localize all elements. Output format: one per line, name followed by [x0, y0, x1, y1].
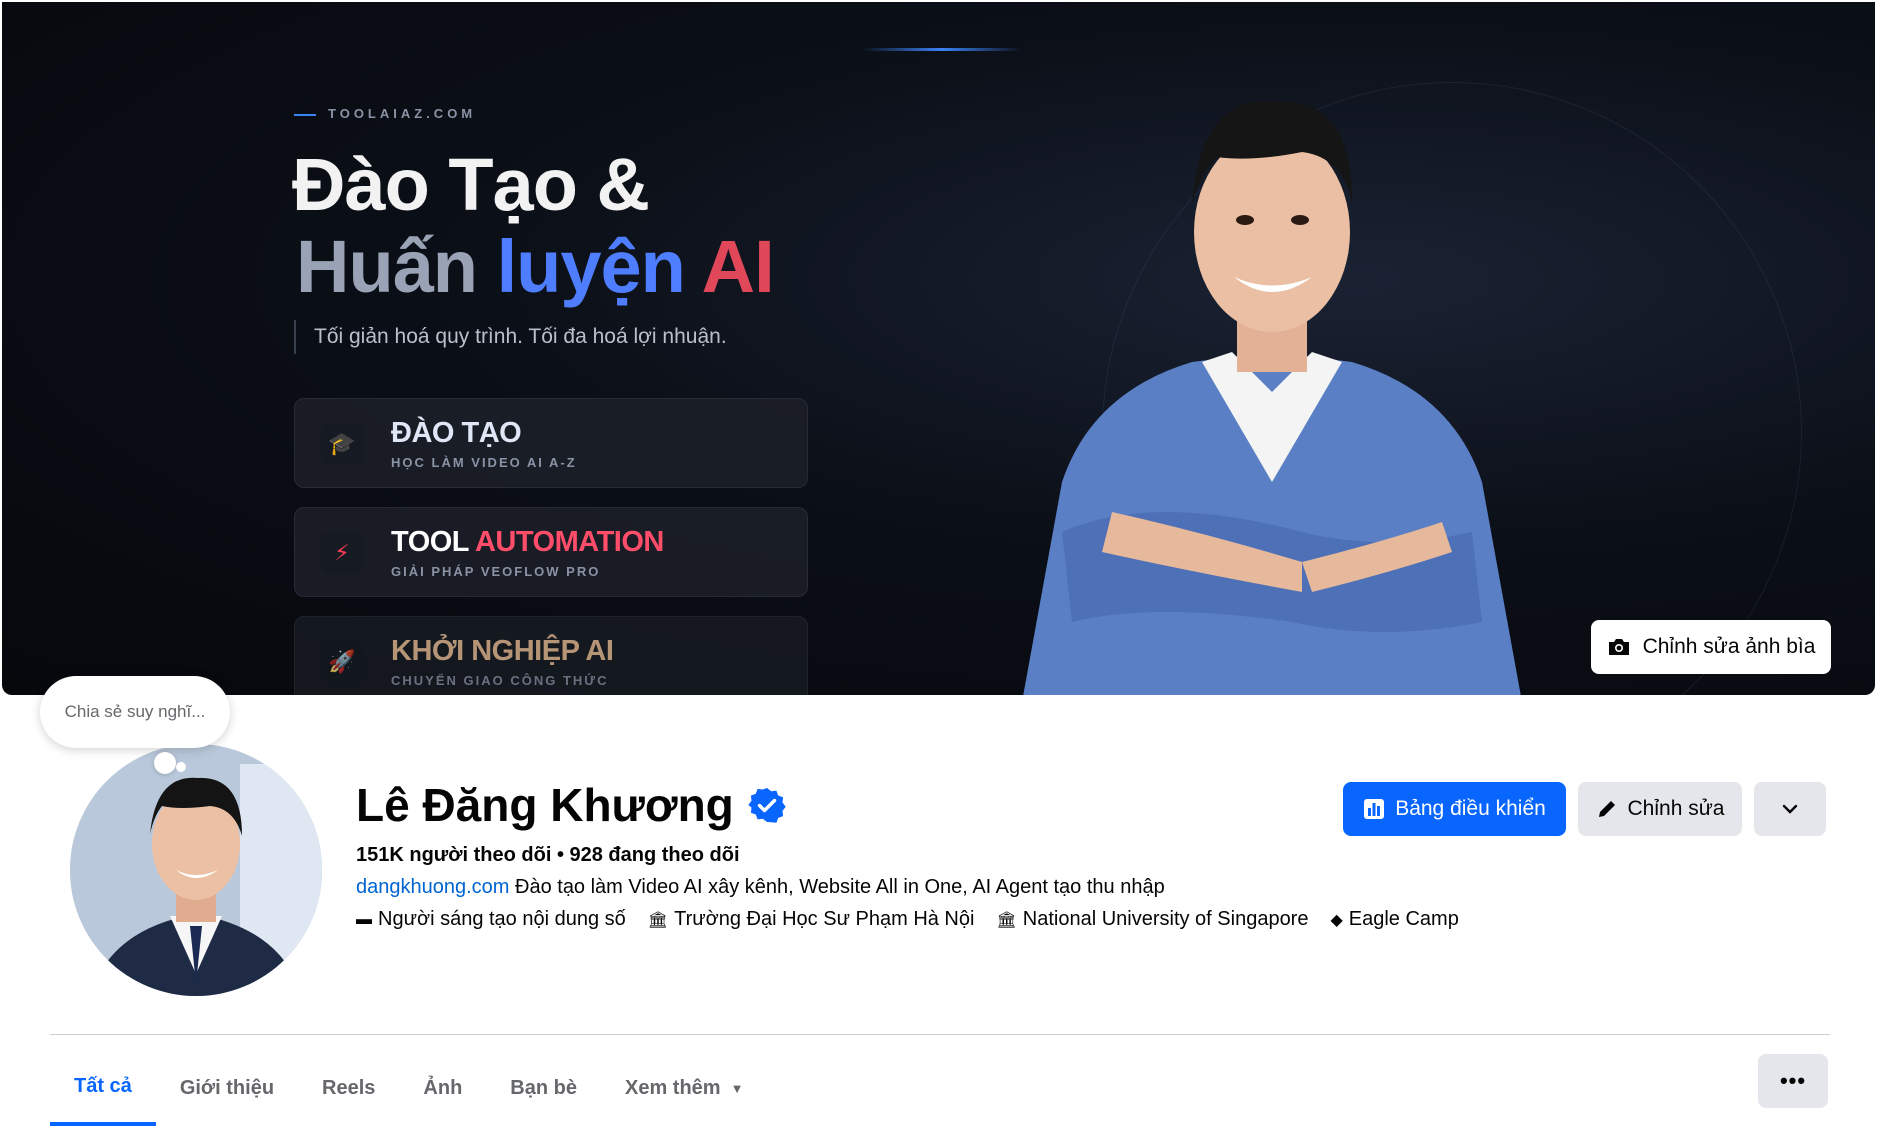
- camera-icon: [1607, 637, 1631, 657]
- detail-school-nus[interactable]: 🏛 National University of Singapore: [996, 908, 1308, 931]
- tab-about[interactable]: Giới thiệu: [156, 1050, 298, 1126]
- cover-card-subtitle: HỌC LÀM VIDEO AI A-Z: [391, 455, 577, 470]
- cover-headline-line2: Huấn luyện AI: [296, 224, 775, 309]
- tab-photos[interactable]: Ảnh: [399, 1050, 486, 1126]
- school-icon: 🏛: [996, 911, 1017, 929]
- cover-card-training: 🎓 ĐÀO TẠO HỌC LÀM VIDEO AI A-Z: [294, 398, 808, 488]
- detail-label: National University of Singapore: [1022, 908, 1309, 930]
- profile-bio: dangkhuong.com Đào tạo làm Video AI xây …: [356, 876, 1165, 899]
- bio-text: Đào tạo làm Video AI xây kênh, Website A…: [509, 876, 1165, 898]
- follow-stats[interactable]: 151K người theo dõi • 928 đang theo dõi: [356, 844, 740, 867]
- chevron-down-icon: [1782, 804, 1798, 814]
- profile-options-button[interactable]: [1754, 782, 1826, 836]
- profile-avatar[interactable]: [64, 738, 328, 1002]
- verified-badge-icon[interactable]: [748, 786, 786, 824]
- edit-profile-label: Chỉnh sửa: [1627, 797, 1725, 820]
- detail-creator[interactable]: ▬ Người sáng tạo nội dung số: [356, 908, 626, 931]
- video-creator-icon: ▬: [356, 910, 372, 928]
- dashboard-label: Bảng điều khiển: [1395, 797, 1546, 820]
- detail-label: Trường Đại Học Sư Phạm Hà Nội: [674, 908, 975, 930]
- profile-name-row: Lê Đăng Khương: [356, 778, 786, 832]
- tab-more[interactable]: Xem thêm ▼: [601, 1050, 767, 1126]
- caret-down-icon: ▼: [730, 1080, 744, 1096]
- profile-divider: [50, 1034, 1830, 1035]
- cover-card-subtitle: GIẢI PHÁP VEOFLOW PRO: [391, 564, 601, 579]
- cover-glow-line: [862, 48, 1022, 51]
- detail-school-hnue[interactable]: 🏛 Trường Đại Học Sư Phạm Hà Nội: [648, 908, 975, 931]
- thought-bubble-dot: [154, 752, 176, 774]
- cover-site-text: TOOLAIAZ.COM: [294, 106, 476, 121]
- tab-friends[interactable]: Bạn bè: [486, 1050, 601, 1126]
- bar-chart-icon: [1364, 799, 1385, 819]
- cover-portrait-illustration: [1023, 101, 1521, 695]
- cover-headline-line1: Đào Tạo &: [292, 143, 650, 226]
- tab-all[interactable]: Tất cả: [50, 1050, 156, 1126]
- school-icon: 🏛: [647, 911, 669, 929]
- cover-card-title: ĐÀO TẠO: [391, 417, 522, 449]
- graduation-cap-icon: 🎓: [321, 423, 363, 465]
- cover-headline-word: AI: [701, 225, 775, 308]
- detail-eagle-camp[interactable]: ◆ Eagle Camp: [1330, 908, 1458, 931]
- tab-reels[interactable]: Reels: [298, 1050, 399, 1126]
- pencil-icon: [1598, 801, 1615, 817]
- rocket-icon: 🚀: [321, 641, 363, 683]
- edit-profile-button[interactable]: Chỉnh sửa: [1578, 782, 1742, 836]
- detail-label: Người sáng tạo nội dung số: [378, 908, 626, 930]
- profile-page: TOOLAIAZ.COM Đào Tạo & Huấn luyện AI Tối…: [0, 0, 1879, 1129]
- graduation-cap-icon: ◆: [1330, 911, 1343, 929]
- cover-card-title: TOOL AUTOMATION: [391, 526, 664, 558]
- detail-label: Eagle Camp: [1348, 908, 1459, 930]
- lightning-icon: ⚡: [321, 532, 363, 574]
- avatar-illustration: [70, 744, 322, 996]
- cover-headline-word: luyện: [496, 225, 686, 308]
- dashboard-button[interactable]: Bảng điều khiển: [1343, 782, 1566, 836]
- avatar: [70, 744, 322, 996]
- cover-tagline: Tối giản hoá quy trình. Tối đa hoá lợi n…: [294, 320, 727, 354]
- cover-card-title: KHỞI NGHIỆP AI: [391, 635, 614, 667]
- profile-details: ▬ Người sáng tạo nội dung số 🏛 Trường Đạ…: [356, 908, 1459, 931]
- edit-cover-label: Chỉnh sửa ảnh bìa: [1642, 635, 1816, 658]
- cover-headline-word: Huấn: [296, 225, 478, 308]
- edit-cover-button[interactable]: Chỉnh sửa ảnh bìa: [1591, 620, 1831, 674]
- cover-card-automation: ⚡ TOOL AUTOMATION GIẢI PHÁP VEOFLOW PRO: [294, 507, 808, 597]
- cover-portrait: [1002, 62, 1542, 695]
- profile-name: Lê Đăng Khương: [356, 779, 734, 831]
- cover-card-startup: 🚀 KHỞI NGHIỆP AI CHUYỂN GIAO CÔNG THỨC: [294, 616, 808, 695]
- tabs-menu-button[interactable]: •••: [1758, 1054, 1828, 1108]
- thought-bubble-dot: [176, 762, 186, 772]
- cover-photo[interactable]: TOOLAIAZ.COM Đào Tạo & Huấn luyện AI Tối…: [2, 2, 1875, 695]
- cover-card-subtitle: CHUYỂN GIAO CÔNG THỨC: [391, 673, 609, 688]
- tab-more-label: Xem thêm: [624, 1076, 721, 1099]
- thought-bubble[interactable]: Chia sẻ suy nghĩ...: [40, 676, 230, 748]
- profile-tabs: Tất cả Giới thiệu Reels Ảnh Bạn bè Xem t…: [50, 1050, 767, 1126]
- website-link[interactable]: dangkhuong.com: [356, 876, 509, 898]
